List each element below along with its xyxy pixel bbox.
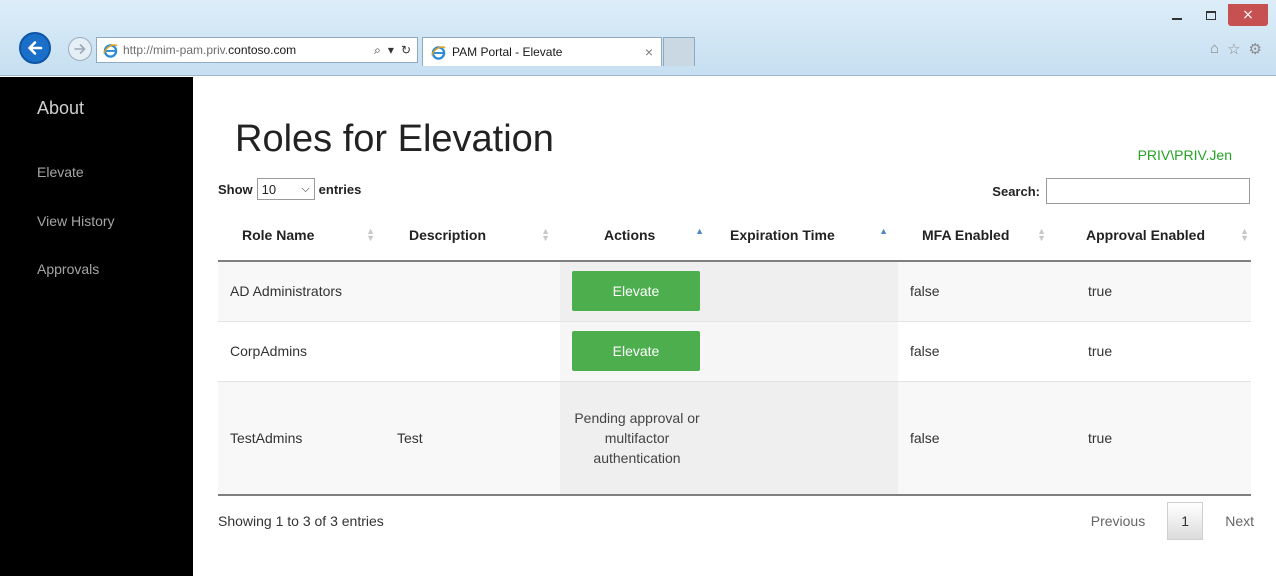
chevron-down-icon: ⌵	[301, 182, 310, 195]
search-icon[interactable]: ⌕	[374, 43, 381, 58]
column-label: MFA Enabled	[922, 227, 1010, 243]
cell-expiration-time	[714, 321, 898, 382]
sort-icon: ▲ ▼	[541, 226, 550, 243]
back-button[interactable]	[19, 32, 51, 64]
column-header-expiration-time[interactable]: Expiration Time ▲	[714, 210, 898, 262]
sort-asc-icon: ▲	[879, 226, 888, 236]
ie-logo-icon	[103, 43, 118, 58]
column-header-mfa-enabled[interactable]: MFA Enabled ▲ ▼	[898, 210, 1056, 262]
window-controls: ×	[1160, 4, 1268, 26]
search-input[interactable]	[1046, 178, 1250, 204]
address-bar[interactable]: http://mim-pam.priv.contoso.com ⌕ ▾ ↻	[96, 37, 418, 63]
search-label: Search:	[992, 183, 1040, 199]
table-info: Showing 1 to 3 of 3 entries	[218, 513, 384, 529]
dropdown-icon[interactable]: ▾	[388, 43, 394, 57]
tab-title: PAM Portal - Elevate	[452, 45, 563, 59]
show-label: Show	[218, 181, 253, 197]
table-row: CorpAdmins Elevate false true	[218, 321, 1251, 382]
sort-icon: ▲ ▼	[366, 226, 375, 243]
cell-mfa-enabled: false	[898, 381, 1056, 496]
address-domain: contoso.com	[228, 43, 297, 57]
address-tools: ⌕ ▾ ↻	[374, 43, 411, 58]
elevate-button[interactable]: Elevate	[572, 331, 700, 371]
new-tab-button[interactable]	[663, 37, 695, 66]
entries-label: entries	[318, 181, 362, 197]
cell-mfa-enabled: false	[898, 321, 1056, 382]
address-url: http://mim-pam.priv.contoso.com	[123, 43, 296, 57]
next-button[interactable]: Next	[1225, 513, 1254, 529]
cell-expiration-time	[714, 381, 898, 496]
arrow-left-icon	[28, 41, 43, 55]
minimize-icon[interactable]	[1160, 4, 1194, 26]
entries-length-control: Show 10 ⌵ entries	[218, 178, 361, 200]
column-header-actions[interactable]: Actions ▲	[560, 210, 714, 262]
favorites-icon[interactable]: ☆	[1227, 40, 1240, 58]
refresh-icon[interactable]: ↻	[401, 43, 411, 57]
sidebar: About Elevate View History Approvals	[0, 77, 193, 576]
cell-description	[385, 321, 560, 382]
maximize-icon[interactable]	[1194, 4, 1228, 26]
entries-select[interactable]: 10 ⌵	[256, 178, 315, 200]
search-control: Search:	[992, 178, 1250, 204]
home-icon[interactable]: ⌂	[1210, 40, 1219, 58]
cell-actions: Elevate	[560, 321, 714, 382]
browser-toolbar: ⌂ ☆ ⚙	[1210, 40, 1262, 58]
column-label: Expiration Time	[730, 227, 835, 243]
table-row: AD Administrators Elevate false true	[218, 261, 1251, 322]
cell-approval-enabled: true	[1056, 321, 1251, 382]
user-name[interactable]: PRIV\PRIV.Jen	[1138, 147, 1232, 163]
sort-icon: ▲ ▼	[1240, 226, 1249, 243]
settings-icon[interactable]: ⚙	[1249, 40, 1262, 58]
cell-approval-enabled: true	[1056, 261, 1251, 322]
cell-actions: Elevate	[560, 261, 714, 322]
sidebar-item-approvals[interactable]: Approvals	[37, 261, 99, 277]
sidebar-brand[interactable]: About	[37, 98, 84, 119]
column-label: Approval Enabled	[1086, 227, 1206, 243]
close-icon[interactable]: ×	[1228, 4, 1268, 26]
pending-status: Pending approval or multifactor authenti…	[574, 409, 700, 466]
table-header-row: Role Name ▲ ▼ Description ▲ ▼ Actions ▲ Ex…	[218, 210, 1251, 262]
cell-role-name: CorpAdmins	[218, 321, 385, 382]
arrow-right-icon	[74, 44, 86, 54]
cell-description: Test	[385, 381, 560, 496]
ie-logo-icon	[431, 45, 446, 60]
address-prefix: http://mim-pam.priv.	[123, 43, 229, 57]
cell-description	[385, 261, 560, 322]
cell-approval-enabled: true	[1056, 381, 1251, 496]
cell-role-name: AD Administrators	[218, 261, 385, 322]
browser-tab[interactable]: PAM Portal - Elevate ×	[422, 37, 662, 66]
entries-value: 10	[261, 181, 277, 197]
tab-close-icon[interactable]: ×	[645, 44, 653, 60]
column-label: Description	[409, 227, 487, 243]
roles-table: Role Name ▲ ▼ Description ▲ ▼ Actions ▲ Ex…	[218, 210, 1251, 496]
cell-mfa-enabled: false	[898, 261, 1056, 322]
sidebar-item-view-history[interactable]: View History	[37, 213, 115, 229]
browser-chrome: × http://mim-pam.priv.contoso.com ⌕ ▾ ↻ …	[0, 0, 1276, 76]
page-title: Roles for Elevation	[235, 118, 554, 160]
sidebar-item-elevate[interactable]: Elevate	[37, 164, 84, 180]
column-header-description[interactable]: Description ▲ ▼	[385, 210, 560, 262]
previous-button[interactable]: Previous	[1091, 513, 1145, 529]
sort-icon: ▲ ▼	[1037, 226, 1046, 243]
column-header-role-name[interactable]: Role Name ▲ ▼	[218, 210, 385, 262]
cell-expiration-time	[714, 261, 898, 322]
column-label: Actions	[604, 227, 656, 243]
column-header-approval-enabled[interactable]: Approval Enabled ▲ ▼	[1056, 210, 1251, 262]
forward-button[interactable]	[68, 37, 92, 61]
page-button-1[interactable]: 1	[1167, 502, 1204, 540]
sort-asc-icon: ▲	[695, 226, 704, 236]
column-label: Role Name	[242, 227, 315, 243]
pagination: Previous 1 Next	[1091, 502, 1254, 540]
table-row: TestAdmins Test Pending approval or mult…	[218, 381, 1251, 496]
cell-role-name: TestAdmins	[218, 381, 385, 496]
elevate-button[interactable]: Elevate	[572, 271, 700, 312]
cell-actions: Pending approval or multifactor authenti…	[560, 381, 714, 496]
